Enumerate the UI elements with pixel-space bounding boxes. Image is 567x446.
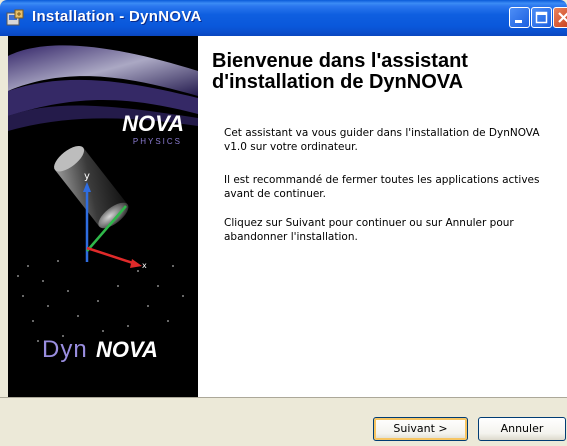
close-icon — [558, 12, 567, 23]
instruction-paragraph: Cliquez sur Suivant pour continuer ou su… — [224, 217, 514, 243]
installer-icon[interactable] — [6, 9, 24, 27]
next-button[interactable]: Suivant > — [373, 417, 468, 441]
logo-top: NOVA — [122, 111, 184, 136]
logo-bottom-suffix: NOVA — [96, 337, 158, 362]
axis-y-label: y — [84, 171, 90, 182]
title-bar[interactable]: Installation - DynNOVA — [0, 0, 567, 36]
welcome-title: Bienvenue dans l'assistant d'installatio… — [212, 50, 468, 93]
recommendation-paragraph: Il est recommandé de fermer toutes les a… — [224, 174, 540, 200]
logo-sub: PHYSICS — [133, 137, 182, 146]
intro-paragraph: Cet assistant va vous guider dans l'inst… — [224, 127, 540, 153]
cancel-button[interactable]: Annuler — [478, 417, 566, 441]
close-button[interactable] — [553, 7, 567, 28]
logo-bottom-prefix: Dyn — [42, 336, 88, 363]
installer-window: Installation - DynNOVA NOVA PHYSICS y x … — [0, 0, 567, 446]
welcome-panel: Bienvenue dans l'assistant d'installatio… — [198, 36, 567, 397]
maximize-button[interactable] — [531, 7, 552, 28]
minimize-button[interactable] — [509, 7, 530, 28]
side-banner: NOVA PHYSICS y x Dyn NOVA — [8, 36, 198, 397]
window-frame — [0, 36, 8, 446]
axis-x-label: x — [142, 261, 147, 270]
window-title: Installation - DynNOVA — [32, 8, 202, 25]
maximize-icon — [535, 11, 548, 24]
banner-artwork: NOVA PHYSICS y x Dyn NOVA — [8, 45, 198, 363]
minimize-icon — [515, 20, 522, 23]
